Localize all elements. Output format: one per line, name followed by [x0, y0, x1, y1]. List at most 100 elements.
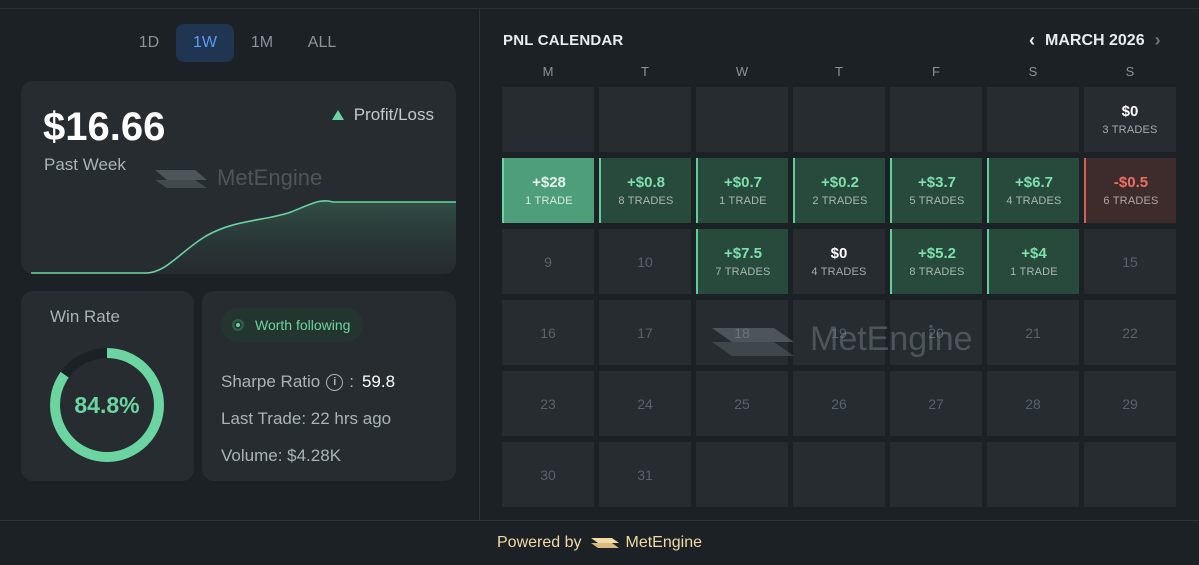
calendar-day-cell[interactable]: +$7.5 7 TRADES — [696, 229, 788, 294]
watermark-text: MetEngine — [217, 165, 323, 190]
calendar-day-cell[interactable]: 31 — [599, 442, 691, 507]
calendar-day-cell[interactable]: 24 — [599, 371, 691, 436]
calendar-day-cell[interactable]: $0 3 TRADES — [1084, 87, 1176, 152]
calendar-day-cell[interactable]: +$0.8 8 TRADES — [599, 158, 691, 223]
sharpe-ratio-row: Sharpe Ratio i : 59.8 — [221, 372, 395, 392]
day-trade-count: 8 TRADES — [909, 266, 965, 278]
calendar-day-cell — [502, 87, 594, 152]
calendar-day-cell — [987, 442, 1079, 507]
volume: Volume: $4.28K — [221, 446, 342, 465]
calendar-day-cell[interactable]: +$4 1 TRADE — [987, 229, 1079, 294]
last-trade: Last Trade: 22 hrs ago — [221, 409, 392, 428]
tab-1d[interactable]: 1D — [130, 24, 168, 62]
day-trade-count: 5 TRADES — [909, 195, 965, 207]
timeframe-tabs: 1D 1W 1M ALL — [0, 24, 479, 62]
day-number: 29 — [1122, 395, 1138, 412]
calendar-day-cell[interactable]: 25 — [696, 371, 788, 436]
day-trade-count: 7 TRADES — [715, 266, 771, 278]
day-number: 26 — [831, 395, 847, 412]
pnl-card: $16.66 Past Week Profit/Loss MetEngine — [21, 81, 456, 274]
calendar-day-cell[interactable]: 9 — [502, 229, 594, 294]
calendar-day-cell[interactable]: +$5.2 8 TRADES — [890, 229, 982, 294]
calendar-title: PNL CALENDAR — [503, 32, 624, 49]
weekday-label: M — [542, 64, 554, 79]
calendar-day-cell[interactable]: 22 — [1084, 300, 1176, 365]
day-number: 22 — [1122, 324, 1138, 341]
day-pnl-amount: -$0.5 — [1113, 174, 1149, 191]
month-navigator: ‹ MARCH 2026 › — [1029, 30, 1161, 51]
calendar-day-cell[interactable]: +$3.7 5 TRADES — [890, 158, 982, 223]
calendar-day-cell[interactable]: 17 — [599, 300, 691, 365]
day-trade-count: 6 TRADES — [1103, 195, 1159, 207]
pnl-legend-label: Profit/Loss — [353, 105, 434, 124]
day-pnl-amount: +$5.2 — [918, 245, 956, 262]
calendar-day-cell[interactable]: 26 — [793, 371, 885, 436]
day-number: 31 — [637, 466, 653, 483]
calendar-day-cell — [599, 87, 691, 152]
win-rate-value: 84.8% — [74, 392, 140, 418]
chevron-right-icon[interactable]: › — [1155, 30, 1161, 51]
month-label: MARCH 2026 — [1045, 31, 1145, 49]
calendar-day-cell — [987, 87, 1079, 152]
day-number: 24 — [637, 395, 653, 412]
win-rate-card: Win Rate 84.8% — [21, 291, 194, 481]
metengine-logo-icon — [590, 538, 619, 548]
calendar-day-cell[interactable]: 19 — [793, 300, 885, 365]
day-pnl-amount: +$4 — [1021, 245, 1047, 262]
footer: Powered by MetEngine — [0, 521, 1199, 565]
calendar-day-cell[interactable]: 21 — [987, 300, 1079, 365]
calendar-day-cell — [696, 87, 788, 152]
calendar-day-cell — [793, 87, 885, 152]
day-number: 19 — [831, 324, 847, 341]
calendar-day-cell[interactable]: 18 — [696, 300, 788, 365]
metengine-logo-icon — [155, 170, 207, 188]
day-trade-count: 3 TRADES — [1102, 124, 1158, 136]
calendar-day-cell[interactable]: 28 — [987, 371, 1079, 436]
weekday-label: T — [641, 64, 649, 79]
weekday-label: S — [1125, 64, 1135, 79]
day-number: 25 — [734, 395, 750, 412]
day-trade-count: 8 TRADES — [618, 195, 674, 207]
day-pnl-amount: +$0.2 — [821, 174, 859, 191]
day-number: 10 — [637, 253, 653, 270]
day-pnl-amount: +$28 — [532, 174, 566, 191]
day-number: 28 — [1025, 395, 1041, 412]
calendar-day-cell — [696, 442, 788, 507]
calendar-day-cell[interactable]: -$0.5 6 TRADES — [1084, 158, 1176, 223]
sharpe-label: Sharpe Ratio — [221, 372, 321, 391]
day-trade-count: 1 TRADE — [719, 195, 767, 207]
tab-all[interactable]: ALL — [298, 24, 346, 62]
day-pnl-amount: +$3.7 — [918, 174, 956, 191]
day-number: 17 — [637, 324, 653, 341]
chevron-left-icon[interactable]: ‹ — [1029, 30, 1035, 51]
triangle-up-icon — [331, 110, 344, 120]
day-pnl-amount: +$0.8 — [627, 174, 665, 191]
day-number: 16 — [540, 324, 556, 341]
calendar-day-cell[interactable]: 16 — [502, 300, 594, 365]
calendar-day-cell[interactable]: 29 — [1084, 371, 1176, 436]
calendar-day-cell[interactable]: 20 — [890, 300, 982, 365]
day-number: 21 — [1025, 324, 1041, 341]
calendar-day-cell[interactable]: +$0.7 1 TRADE — [696, 158, 788, 223]
info-icon[interactable]: i — [326, 373, 344, 391]
calendar-day-cell[interactable]: +$28 1 TRADE — [502, 158, 594, 223]
powered-by-label: Powered by — [497, 534, 582, 551]
win-rate-title: Win Rate — [50, 307, 120, 326]
tab-1w[interactable]: 1W — [176, 24, 234, 62]
calendar-day-cell[interactable]: 27 — [890, 371, 982, 436]
pnl-value: $16.66 — [43, 105, 166, 149]
calendar-day-cell[interactable]: 30 — [502, 442, 594, 507]
status-dot-icon — [232, 319, 244, 331]
calendar-day-cell[interactable]: +$6.7 4 TRADES — [987, 158, 1079, 223]
day-pnl-amount: $0 — [830, 245, 848, 262]
calendar-day-cell[interactable]: 15 — [1084, 229, 1176, 294]
calendar-day-cell[interactable]: $0 4 TRADES — [793, 229, 885, 294]
day-trade-count: 2 TRADES — [812, 195, 868, 207]
weekday-label: F — [932, 64, 940, 79]
tab-1m[interactable]: 1M — [242, 24, 282, 62]
calendar-day-cell[interactable]: 10 — [599, 229, 691, 294]
calendar-day-cell[interactable]: +$0.2 2 TRADES — [793, 158, 885, 223]
calendar-day-cell[interactable]: 23 — [502, 371, 594, 436]
day-pnl-amount: +$7.5 — [724, 245, 762, 262]
calendar-day-cell — [890, 442, 982, 507]
